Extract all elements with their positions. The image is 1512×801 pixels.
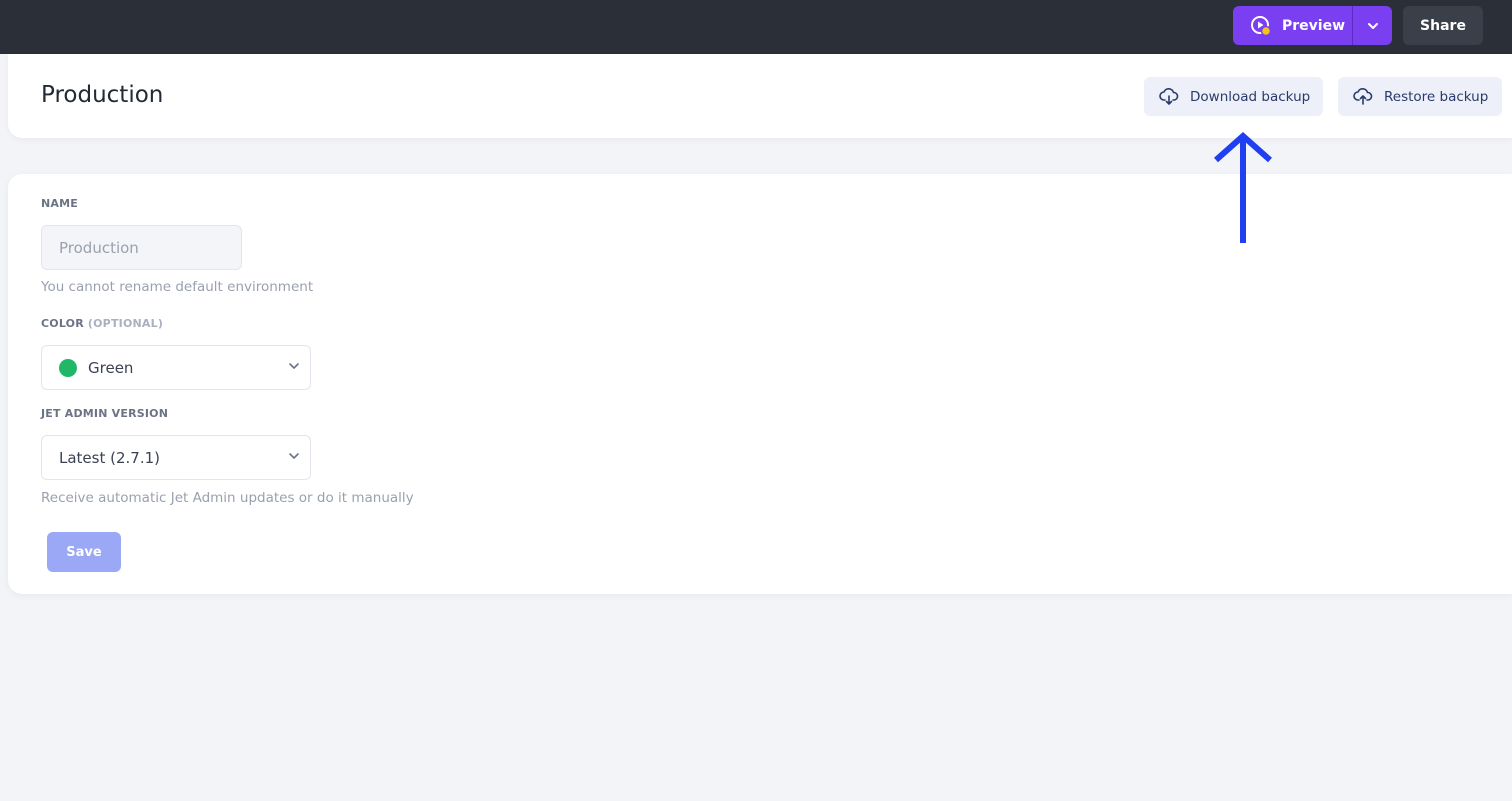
page-title: Production — [41, 82, 164, 108]
preview-button-group: Preview — [1233, 6, 1392, 45]
cloud-upload-icon — [1353, 87, 1373, 105]
name-label: NAME — [41, 197, 78, 210]
restore-backup-button[interactable]: Restore backup — [1338, 77, 1502, 116]
version-hint: Receive automatic Jet Admin updates or d… — [41, 490, 414, 506]
download-backup-label: Download backup — [1190, 88, 1311, 105]
preview-dropdown-button[interactable] — [1352, 6, 1392, 45]
share-label: Share — [1420, 17, 1466, 34]
download-backup-button[interactable]: Download backup — [1144, 77, 1323, 116]
chevron-down-icon — [289, 363, 299, 369]
top-bar: Preview Share — [0, 0, 1512, 54]
play-circle-icon — [1250, 15, 1272, 37]
color-label-text: COLOR — [41, 317, 84, 330]
green-swatch-icon — [59, 358, 77, 377]
color-label: COLOR (OPTIONAL) — [41, 317, 163, 330]
name-hint: You cannot rename default environment — [41, 279, 314, 295]
color-value: Green — [88, 358, 134, 377]
version-value: Latest (2.7.1) — [59, 448, 160, 467]
restore-backup-label: Restore backup — [1384, 88, 1489, 105]
save-button[interactable]: Save — [47, 532, 121, 572]
color-optional-text: (OPTIONAL) — [87, 317, 164, 330]
chevron-down-icon — [289, 453, 299, 459]
environment-header-card: Production Download backup Restore backu… — [8, 54, 1512, 138]
chevron-down-icon — [1367, 22, 1378, 29]
color-select[interactable]: Green — [41, 345, 311, 390]
version-label: JET ADMIN VERSION — [41, 407, 169, 420]
environment-settings-form: NAME You cannot rename default environme… — [8, 174, 1512, 594]
version-select[interactable]: Latest (2.7.1) — [41, 435, 311, 480]
cloud-download-icon — [1159, 87, 1179, 105]
preview-label: Preview — [1282, 17, 1346, 34]
share-button[interactable]: Share — [1403, 6, 1483, 45]
name-input[interactable] — [41, 225, 242, 270]
preview-button[interactable]: Preview — [1233, 6, 1352, 45]
arrow-up-icon — [1214, 131, 1272, 243]
save-label: Save — [66, 544, 102, 560]
